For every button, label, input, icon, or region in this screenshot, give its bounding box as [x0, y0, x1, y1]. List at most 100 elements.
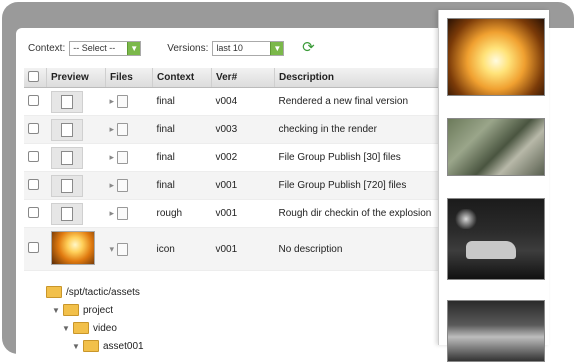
expand-arrow-icon[interactable]: ▸: [110, 208, 115, 219]
table-row[interactable]: ▸ final v004 Rendered a new final versio…: [24, 87, 449, 116]
tree-item-label: /spt/tactic/assets: [66, 286, 140, 298]
tree-item-label: asset001: [103, 340, 144, 352]
preview-thumbnail[interactable]: [50, 90, 83, 113]
document-icon: [60, 150, 73, 165]
row-select-cell: [24, 115, 47, 144]
chevron-down-icon[interactable]: ▼: [127, 41, 141, 55]
select-all-header: [24, 68, 47, 88]
expand-arrow-icon[interactable]: ▸: [110, 180, 115, 191]
description-cell: Rough dir checkin of the explosion: [274, 199, 449, 228]
files-cell: ▸: [105, 171, 153, 200]
preview-cell: [46, 143, 106, 172]
folder-icon: [73, 322, 89, 334]
files-cell: ▸: [105, 199, 153, 228]
versions-select-value: last 10: [216, 43, 243, 53]
row-checkbox[interactable]: [28, 150, 39, 162]
context-cell: final: [152, 143, 212, 172]
tree-item-label: project: [83, 304, 114, 316]
context-cell: final: [152, 115, 212, 144]
preview-thumbnail[interactable]: [50, 146, 83, 169]
column-header-description[interactable]: Description: [274, 68, 449, 88]
tree-item-label: video: [93, 322, 117, 334]
files-cell: ▸: [105, 115, 153, 144]
chevron-down-icon[interactable]: ▼: [52, 306, 60, 315]
expand-arrow-icon[interactable]: ▸: [110, 96, 115, 107]
versions-select[interactable]: last 10 ▼: [212, 40, 285, 56]
column-header-files[interactable]: Files: [105, 68, 153, 88]
row-checkbox[interactable]: [28, 122, 39, 134]
preview-image-explosion[interactable]: [447, 18, 545, 96]
context-label: Context:: [28, 42, 66, 54]
row-checkbox[interactable]: [28, 242, 39, 253]
table-row[interactable]: ▾ icon v001 No description: [24, 227, 449, 271]
row-checkbox[interactable]: [28, 178, 39, 190]
tree-item[interactable]: ▼ project: [46, 301, 144, 319]
description-cell: File Group Publish [30] files: [274, 143, 449, 172]
context-select[interactable]: -- Select -- ▼: [69, 40, 142, 56]
scene-light: [454, 209, 478, 229]
document-icon: [60, 122, 73, 137]
snapshot-table: Preview Files Context Ver# Description ▸…: [24, 68, 449, 271]
file-icon[interactable]: [117, 123, 129, 136]
expand-arrow-icon[interactable]: ▸: [110, 124, 115, 135]
scene-car: [466, 241, 516, 259]
preview-thumbnail[interactable]: [50, 202, 83, 225]
tree-item[interactable]: ▼ video: [46, 319, 144, 337]
chevron-down-icon[interactable]: ▼: [270, 41, 284, 55]
file-icon[interactable]: [117, 242, 129, 256]
description-cell: Rendered a new final version: [274, 87, 449, 116]
files-cell: ▸: [105, 87, 153, 116]
versions-label: Versions:: [167, 42, 209, 54]
folder-icon: [83, 340, 99, 352]
filter-toolbar: Context: -- Select -- ▼ Versions: last 1…: [28, 38, 448, 58]
preview-cell: [46, 87, 106, 116]
row-select-cell: [24, 171, 47, 200]
description-cell: File Group Publish [720] files: [274, 171, 449, 200]
version-cell: v001: [211, 199, 275, 228]
file-icon[interactable]: [117, 179, 129, 192]
file-icon[interactable]: [117, 151, 129, 164]
row-select-cell: [24, 143, 47, 172]
document-icon: [60, 94, 73, 109]
file-icon[interactable]: [117, 207, 129, 220]
files-cell: ▸: [105, 143, 153, 172]
tree-item[interactable]: /spt/tactic/assets: [46, 283, 144, 301]
chevron-down-icon[interactable]: ▼: [72, 342, 80, 351]
preview-thumbnail[interactable]: [50, 174, 83, 197]
table-row[interactable]: ▸ final v003 checking in the render: [24, 115, 449, 144]
column-header-context[interactable]: Context: [152, 68, 212, 88]
tree-item[interactable]: ▼ asset001: [46, 337, 144, 355]
expand-arrow-icon[interactable]: ▸: [110, 152, 115, 163]
column-header-version[interactable]: Ver#: [211, 68, 275, 88]
collapse-arrow-icon[interactable]: ▾: [110, 244, 115, 255]
file-icon[interactable]: [117, 95, 129, 108]
table-header-row: Preview Files Context Ver# Description: [24, 68, 449, 88]
column-header-preview[interactable]: Preview: [46, 68, 106, 88]
preview-image-aerial[interactable]: [447, 118, 545, 176]
chevron-down-icon[interactable]: ▼: [62, 324, 70, 333]
context-cell: rough: [152, 199, 212, 228]
version-cell: v001: [211, 171, 275, 200]
table-row[interactable]: ▸ final v001 File Group Publish [720] fi…: [24, 171, 449, 200]
table-row[interactable]: ▸ final v002 File Group Publish [30] fil…: [24, 143, 449, 172]
document-icon: [60, 178, 73, 193]
row-checkbox[interactable]: [28, 206, 39, 218]
table-row[interactable]: ▸ rough v001 Rough dir checkin of the ex…: [24, 199, 449, 228]
row-select-cell: [24, 199, 47, 228]
preview-cell: [46, 115, 106, 144]
select-all-checkbox[interactable]: [28, 70, 39, 82]
description-cell: No description: [274, 227, 449, 271]
preview-cell: [46, 199, 106, 228]
preview-image-car[interactable]: [447, 198, 545, 280]
context-cell: final: [152, 171, 212, 200]
row-checkbox[interactable]: [28, 94, 39, 106]
context-select-value: -- Select --: [73, 43, 116, 53]
preview-filmstrip: [438, 10, 549, 362]
preview-image[interactable]: [50, 230, 95, 265]
preview-thumbnail[interactable]: [50, 118, 83, 141]
row-select-cell: [24, 87, 47, 116]
refresh-icon[interactable]: ⟳: [300, 40, 316, 56]
preview-image-room[interactable]: [447, 300, 545, 362]
files-cell: ▾: [105, 227, 153, 271]
version-cell: v003: [211, 115, 275, 144]
